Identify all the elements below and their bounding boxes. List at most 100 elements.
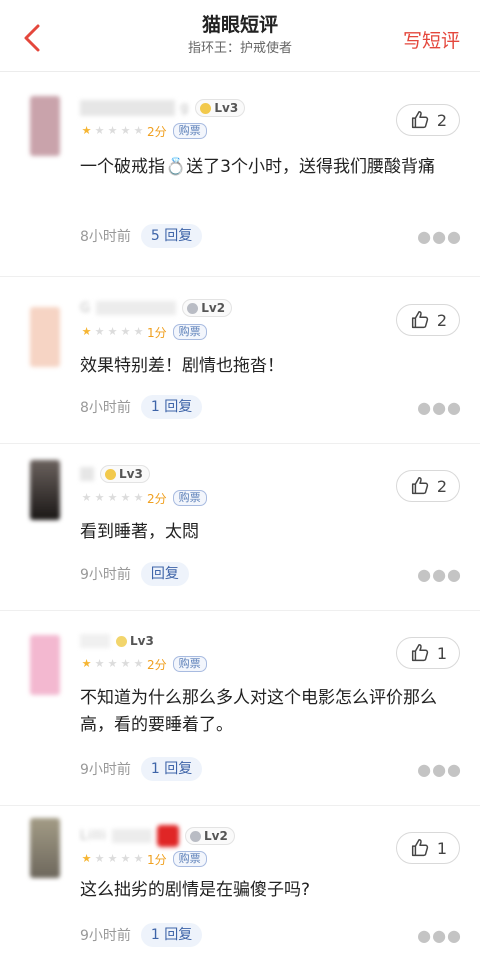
star-icon: ★ [107, 852, 118, 865]
reply-button[interactable]: 1 回复 [140, 395, 203, 419]
thumbs-up-icon [411, 644, 429, 662]
star-icon: ★ [107, 124, 118, 137]
thumbs-up-icon [411, 311, 429, 329]
movie-subtitle: 指环王：护戒使者 [187, 41, 292, 56]
user-row: g Lv3 [80, 98, 246, 118]
star-icon: ★ [107, 325, 118, 338]
thumbs-up-icon [411, 839, 429, 857]
rating-row: ★ ★ ★ ★ ★ 2分 购票 [80, 656, 207, 672]
like-count: 2 [436, 110, 448, 130]
star-icon: ★ [94, 325, 105, 338]
comment-text[interactable]: 这么拙劣的剧情是在骗傻子吗? [80, 877, 464, 904]
more-icon[interactable]: ●●● [417, 398, 462, 417]
star-icon: ★ [107, 491, 118, 504]
comment-item: G Lv2 ★ ★ ★ ★ ★ 1分 购票 效果特别差！剧情也拖沓！ 8小时前 1 回复… [0, 277, 480, 444]
timestamp: 9小时前 [80, 762, 131, 778]
level-icon [200, 102, 212, 114]
more-icon[interactable]: ●●● [417, 565, 462, 584]
username-text: G [80, 300, 92, 316]
rating-row: ★ ★ ★ ★ ★ 2分 购票 [80, 490, 207, 506]
meta-row: 8小时前 1 回复 [80, 394, 203, 420]
more-icon[interactable]: ●●● [417, 760, 462, 779]
meta-row: 9小时前 1 回复 [80, 922, 203, 948]
star-icon: ★ [81, 124, 92, 137]
star-rating: ★ ★ ★ ★ ★ [80, 125, 145, 137]
star-icon: ★ [94, 124, 105, 137]
star-rating: ★ ★ ★ ★ ★ [80, 492, 145, 504]
avatar[interactable] [30, 96, 60, 156]
reply-button[interactable]: 1 回复 [140, 923, 203, 947]
like-button[interactable]: 2 [396, 104, 460, 136]
username[interactable]: Lilli [80, 825, 179, 847]
level-badge: Lv3 [116, 632, 160, 650]
comment-text[interactable]: 一个破戒指💍送了3个小时，送得我们腰酸背痛 [80, 154, 464, 181]
like-count: 2 [436, 476, 448, 496]
level-text: Lv2 [201, 301, 226, 315]
comment-item: Lilli Lv2 ★ ★ ★ ★ ★ 1分 购票 这么拙劣的剧情是在骗傻子吗? 9小时… [0, 806, 480, 966]
comment-text[interactable]: 看到睡著，太悶 [80, 519, 464, 546]
star-icon: ★ [94, 852, 105, 865]
timestamp: 9小时前 [80, 928, 131, 944]
comment-item: g Lv3 ★ ★ ★ ★ ★ 2分 购票 一个破戒指💍送了3个小时，送得我们腰酸背痛 … [0, 72, 480, 277]
like-button[interactable]: 1 [396, 832, 460, 864]
title-block: 猫眼短评 指环王：护戒使者 [120, 12, 360, 59]
user-row: Lv3 [80, 631, 160, 651]
star-icon: ★ [81, 491, 92, 504]
level-text: Lv2 [203, 829, 228, 843]
timestamp: 8小时前 [80, 400, 131, 416]
star-icon: ★ [94, 491, 105, 504]
user-row: Lilli Lv2 [80, 825, 235, 847]
rating-row: ★ ★ ★ ★ ★ 1分 购票 [80, 324, 207, 340]
like-button[interactable]: 1 [396, 637, 460, 669]
like-count: 1 [436, 643, 448, 663]
username[interactable] [80, 467, 94, 482]
username[interactable]: g [80, 100, 189, 116]
avatar[interactable] [30, 635, 60, 695]
star-icon: ★ [120, 491, 131, 504]
comment-item: Lv3 ★ ★ ★ ★ ★ 2分 购票 不知道为什么那么多人对这个电影怎么评价那么高，看… [0, 611, 480, 806]
star-icon: ★ [133, 491, 144, 504]
like-button[interactable]: 2 [396, 304, 460, 336]
score: 1分 [147, 325, 167, 340]
reply-button[interactable]: 5 回复 [140, 224, 203, 248]
comment-text[interactable]: 效果特别差！剧情也拖沓！ [80, 353, 464, 380]
rating-row: ★ ★ ★ ★ ★ 2分 购票 [80, 123, 207, 139]
timestamp: 8小时前 [80, 229, 131, 245]
comment-list: g Lv3 ★ ★ ★ ★ ★ 2分 购票 一个破戒指💍送了3个小时，送得我们腰酸背痛 … [0, 72, 480, 966]
comment-text[interactable]: 不知道为什么那么多人对这个电影怎么评价那么高，看的要睡着了。 [80, 685, 464, 739]
ticket-badge: 购票 [172, 851, 207, 867]
chevron-left-icon[interactable] [14, 18, 54, 58]
ticket-badge: 购票 [172, 490, 207, 506]
star-icon: ★ [133, 124, 144, 137]
meta-row: 8小时前 5 回复 [80, 223, 203, 249]
avatar[interactable] [30, 307, 60, 367]
star-rating: ★ ★ ★ ★ ★ [80, 853, 145, 865]
star-rating: ★ ★ ★ ★ ★ [80, 658, 145, 670]
more-icon[interactable]: ●●● [417, 926, 462, 945]
more-icon[interactable]: ●●● [417, 227, 462, 246]
page-title: 猫眼短评 [201, 14, 278, 36]
like-count: 1 [436, 838, 448, 858]
username[interactable]: G [80, 300, 177, 316]
star-icon: ★ [107, 657, 118, 670]
user-row: Lv3 [80, 464, 150, 484]
star-icon: ★ [81, 325, 92, 338]
like-button[interactable]: 2 [396, 470, 460, 502]
level-icon [105, 468, 116, 480]
like-count: 2 [436, 310, 448, 330]
comment-item: Lv3 ★ ★ ★ ★ ★ 2分 购票 看到睡著，太悶 9小时前 回复 ●●● 2 [0, 444, 480, 611]
ticket-badge: 购票 [172, 123, 207, 139]
username[interactable] [80, 634, 110, 649]
avatar[interactable] [30, 818, 60, 878]
top-bar: 猫眼短评 指环王：护戒使者 写短评 [0, 0, 480, 72]
level-icon [187, 302, 199, 314]
reply-button[interactable]: 回复 [140, 562, 189, 586]
write-review-button[interactable]: 写短评 [403, 28, 460, 54]
star-icon: ★ [120, 852, 131, 865]
reply-button[interactable]: 1 回复 [140, 757, 203, 781]
level-text: Lv3 [214, 101, 239, 115]
star-icon: ★ [94, 657, 105, 670]
ticket-badge: 购票 [172, 324, 207, 340]
avatar[interactable] [30, 460, 60, 520]
username-text: g [180, 100, 190, 116]
